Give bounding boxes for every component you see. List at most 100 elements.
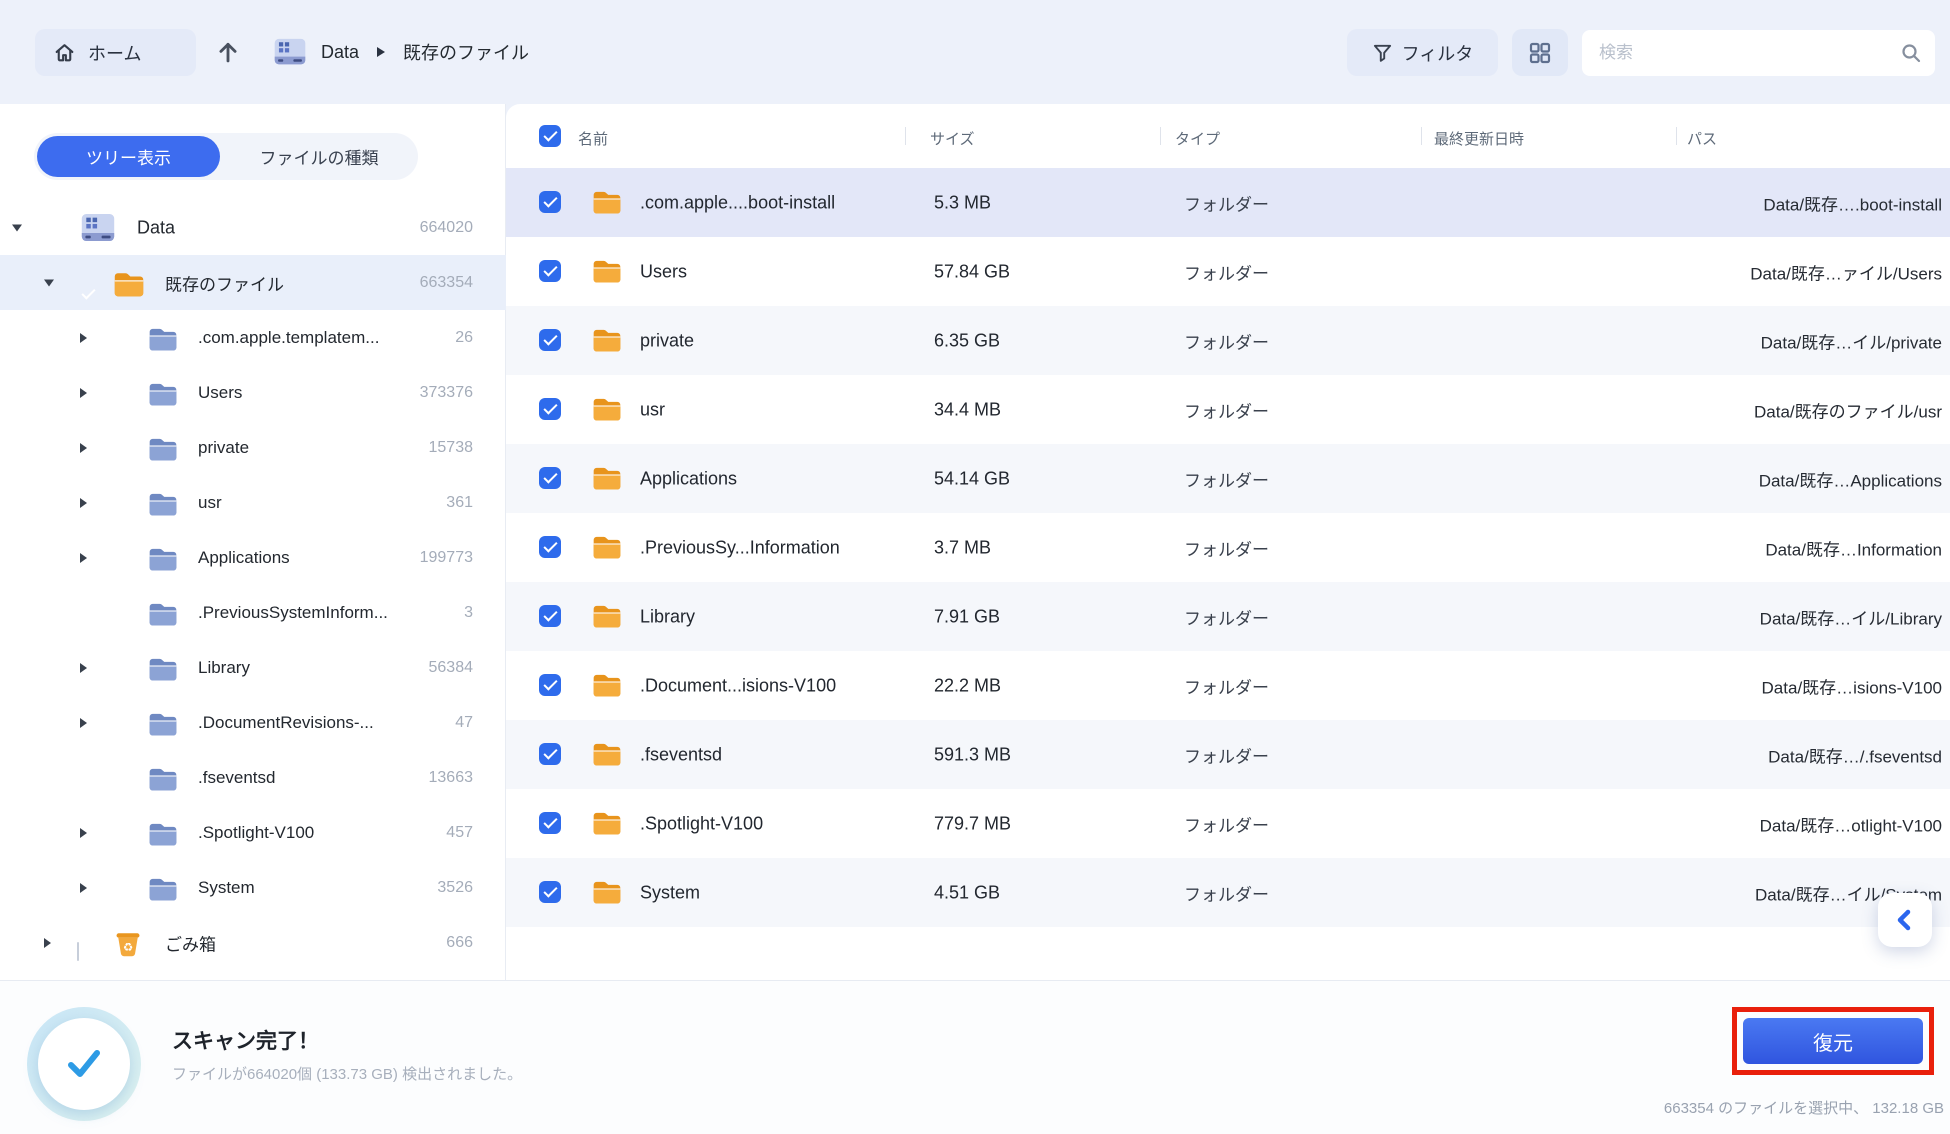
table-row[interactable]: Applications 54.14 GB フォルダー Data/既存…Appl…	[506, 444, 1950, 513]
scan-status-detail: ファイルが664020個 (133.73 GB) 検出されました。	[172, 1063, 522, 1084]
file-name: Applications	[640, 468, 737, 489]
expand-icon[interactable]	[80, 443, 87, 453]
recover-button[interactable]: 復元	[1743, 1018, 1923, 1064]
file-size: 5.3 MB	[934, 192, 991, 213]
tree-checkbox-unchecked[interactable]	[77, 942, 79, 961]
expand-icon[interactable]	[80, 663, 87, 673]
tree-item[interactable]: .PreviousSystemInform... 3	[0, 585, 506, 640]
table-row[interactable]: .Document...isions-V100 22.2 MB フォルダー Da…	[506, 651, 1950, 720]
table-row[interactable]: .Spotlight-V100 779.7 MB フォルダー Data/既存…o…	[506, 789, 1950, 858]
tree-item[interactable]: .DocumentRevisions-... 47	[0, 695, 506, 750]
tree-item[interactable]: System 3526	[0, 860, 506, 915]
row-checkbox[interactable]	[539, 536, 561, 558]
tree-item[interactable]: Applications 199773	[0, 530, 506, 585]
file-type: フォルダー	[1184, 673, 1269, 698]
collapse-panel-button[interactable]	[1878, 893, 1932, 947]
tree-item[interactable]: .com.apple.templatem... 26	[0, 310, 506, 365]
column-header-modified[interactable]: 最終更新日時	[1434, 128, 1524, 149]
tab-tree-view[interactable]: ツリー表示	[37, 136, 220, 177]
row-checkbox[interactable]	[539, 605, 561, 627]
home-button[interactable]: ホーム	[35, 29, 196, 76]
file-name: Library	[640, 606, 695, 627]
tree-item-label: .com.apple.templatem...	[198, 328, 379, 348]
table-row[interactable]: Library 7.91 GB フォルダー Data/既存…イル/Library	[506, 582, 1950, 651]
file-list-panel: 名前 サイズ タイプ 最終更新日時 パス .com.apple....boot-…	[506, 104, 1950, 980]
row-checkbox[interactable]	[539, 260, 561, 282]
column-header-path[interactable]: パス	[1687, 128, 1717, 149]
navigate-up-icon[interactable]	[215, 39, 241, 65]
expand-icon[interactable]	[80, 553, 87, 563]
folder-icon	[148, 544, 178, 571]
tree-item[interactable]: .fseventsd 13663	[0, 750, 506, 805]
file-type: フォルダー	[1184, 397, 1269, 422]
home-icon	[53, 41, 76, 64]
table-row[interactable]: Users 57.84 GB フォルダー Data/既存…ァイル/Users	[506, 237, 1950, 306]
breadcrumb-folder[interactable]: 既存のファイル	[403, 39, 529, 65]
table-body: .com.apple....boot-install 5.3 MB フォルダー …	[506, 168, 1950, 927]
expand-icon[interactable]	[44, 938, 51, 948]
tree-item-label: private	[198, 438, 249, 458]
file-name: private	[640, 330, 694, 351]
row-checkbox[interactable]	[539, 674, 561, 696]
file-type: フォルダー	[1184, 259, 1269, 284]
tree-item[interactable]: Users 373376	[0, 365, 506, 420]
tree-item-root-drive[interactable]: Data 664020	[0, 200, 506, 255]
expand-collapse-icon[interactable]	[12, 224, 22, 231]
folder-icon	[592, 671, 622, 697]
tree-item-label: Users	[198, 383, 242, 403]
expand-icon[interactable]	[80, 883, 87, 893]
table-row[interactable]: private 6.35 GB フォルダー Data/既存…イル/private	[506, 306, 1950, 375]
expand-icon[interactable]	[80, 388, 87, 398]
column-header-type[interactable]: タイプ	[1175, 128, 1220, 149]
table-row[interactable]: .com.apple....boot-install 5.3 MB フォルダー …	[506, 168, 1950, 237]
filter-icon	[1372, 42, 1393, 63]
tree-item-selected-folder[interactable]: 既存のファイル 663354	[0, 255, 506, 310]
folder-icon	[592, 533, 622, 559]
row-checkbox[interactable]	[539, 743, 561, 765]
table-row[interactable]: usr 34.4 MB フォルダー Data/既存のファイル/usr	[506, 375, 1950, 444]
expand-icon[interactable]	[80, 333, 87, 343]
file-size: 54.14 GB	[934, 468, 1010, 489]
tree-item[interactable]: usr 361	[0, 475, 506, 530]
file-path: Data/既存…Applications	[1759, 466, 1942, 491]
tree-item-count: 3	[464, 604, 473, 622]
row-checkbox[interactable]	[539, 467, 561, 489]
tree-item-count: 663354	[420, 274, 473, 292]
view-tabs: ツリー表示 ファイルの種類	[34, 133, 418, 180]
row-checkbox[interactable]	[539, 191, 561, 213]
tree-item[interactable]: .Spotlight-V100 457	[0, 805, 506, 860]
expand-icon[interactable]	[80, 498, 87, 508]
row-checkbox[interactable]	[539, 812, 561, 834]
tab-file-types[interactable]: ファイルの種類	[220, 133, 418, 180]
tree-item-count: 26	[455, 329, 473, 347]
recover-button-highlight: 復元	[1732, 1007, 1934, 1075]
table-row[interactable]: .PreviousSy...Information 3.7 MB フォルダー D…	[506, 513, 1950, 582]
row-checkbox[interactable]	[539, 881, 561, 903]
expand-collapse-icon[interactable]	[44, 279, 54, 286]
select-all-checkbox[interactable]	[539, 125, 561, 147]
tree-item[interactable]: Library 56384	[0, 640, 506, 695]
recover-button-label: 復元	[1813, 1027, 1853, 1056]
row-checkbox[interactable]	[539, 398, 561, 420]
file-name: Users	[640, 261, 687, 282]
column-header-name[interactable]: 名前	[578, 128, 608, 149]
topbar-actions: フィルタ	[1347, 29, 1935, 76]
tree-item-trash[interactable]: ごみ箱 666	[0, 915, 506, 970]
breadcrumb-drive[interactable]: Data	[321, 42, 359, 63]
expand-icon[interactable]	[80, 828, 87, 838]
table-row[interactable]: System 4.51 GB フォルダー Data/既存…イル/System	[506, 858, 1950, 927]
table-row[interactable]: .fseventsd 591.3 MB フォルダー Data/既存…/.fsev…	[506, 720, 1950, 789]
drive-icon	[80, 211, 116, 245]
file-type: フォルダー	[1184, 466, 1269, 491]
folder-icon	[592, 257, 622, 283]
row-checkbox[interactable]	[539, 329, 561, 351]
search-input[interactable]	[1582, 30, 1935, 76]
file-type: フォルダー	[1184, 880, 1269, 905]
view-toggle-button[interactable]	[1512, 29, 1568, 76]
tree-item[interactable]: private 15738	[0, 420, 506, 475]
filter-button[interactable]: フィルタ	[1347, 29, 1498, 76]
column-header-size[interactable]: サイズ	[930, 128, 975, 149]
chevron-left-icon	[1890, 905, 1920, 935]
file-size: 34.4 MB	[934, 399, 1001, 420]
expand-icon[interactable]	[80, 718, 87, 728]
